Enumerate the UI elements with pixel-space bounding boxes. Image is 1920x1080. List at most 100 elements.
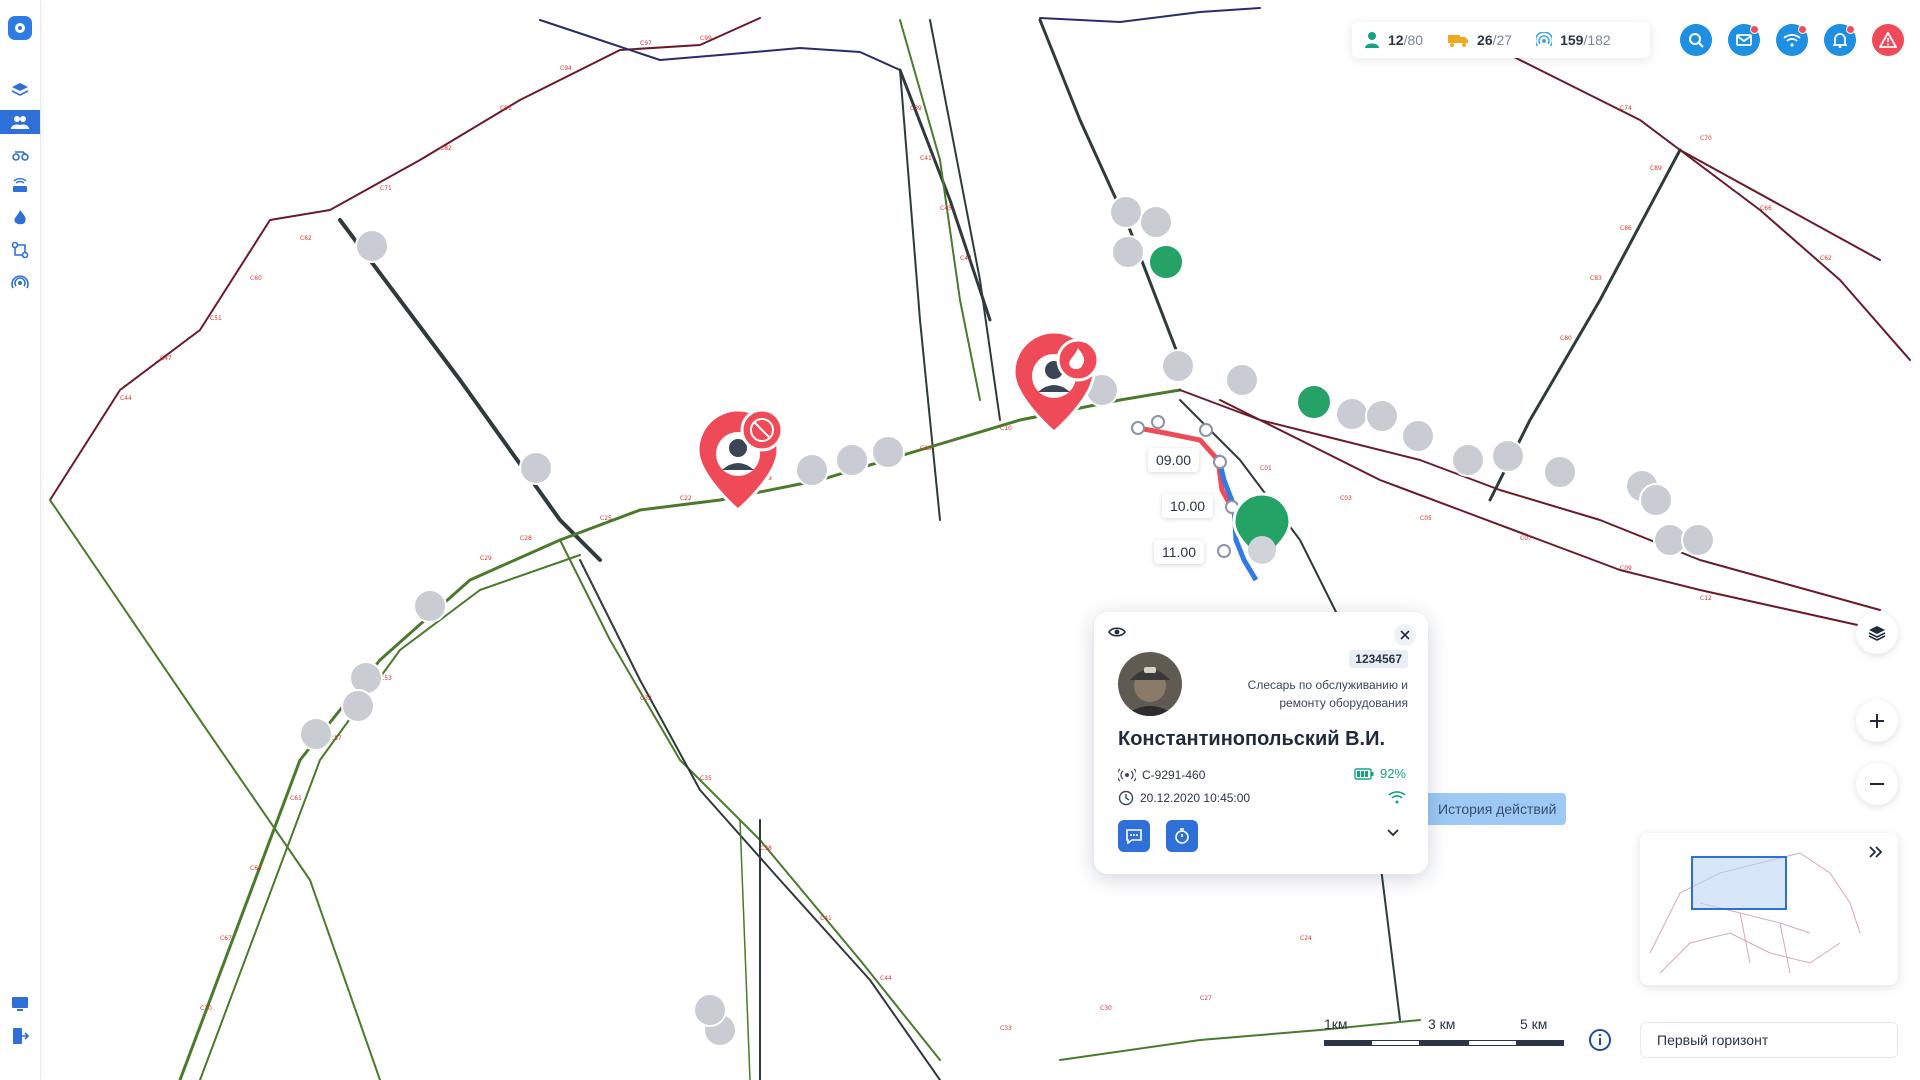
svg-text:С22: С22 [680,495,692,502]
close-button[interactable] [1394,624,1416,646]
svg-text:С38: С38 [760,845,772,852]
scale-label-1: 1км [1324,1016,1348,1032]
beacon-icon [1536,32,1553,47]
route-point [1131,421,1145,435]
svg-text:С51: С51 [210,315,222,322]
layers-button[interactable] [1856,612,1898,654]
battery-level: 92% [1379,766,1406,781]
stopwatch-icon [1175,828,1189,844]
svg-text:С70: С70 [200,1005,212,1012]
svg-text:С25: С25 [600,515,612,522]
svg-text:С01: С01 [1260,465,1272,472]
tunnel-line [1479,39,1911,361]
zoom-in-button[interactable] [1856,700,1898,742]
svg-text:С67: С67 [220,935,232,942]
sidebar-item-logout[interactable] [0,1024,40,1048]
worker-photo [1118,652,1182,716]
minimap-viewport [1691,856,1787,910]
close-icon [1400,630,1410,640]
svg-text:С47: С47 [160,355,172,362]
sidebar-item-network[interactable] [0,174,40,198]
svg-text:С62: С62 [1820,255,1832,262]
minimap[interactable] [1640,833,1898,985]
route-point [1217,544,1231,558]
sidebar-item-fire[interactable] [0,206,40,230]
alarm-button[interactable] [1872,24,1904,56]
svg-text:С05: С05 [1420,515,1432,522]
svg-text:С64: С64 [250,865,262,872]
mail-icon [1736,34,1752,46]
search-icon [1689,33,1704,48]
tags-total: 182 [1587,32,1611,48]
tunnel-line [49,17,761,501]
message-button[interactable] [1118,820,1150,852]
bell-icon [1833,33,1847,48]
vehicles-total: 27 [1496,32,1513,48]
tab-number: 1234567 [1349,650,1408,668]
map-scale: 1км 3 км 5 км [1324,1010,1565,1050]
svg-text:С86: С86 [1620,225,1632,232]
svg-text:С74: С74 [1620,105,1632,112]
time-row: 20.12.2020 10:45:00 [1118,790,1250,806]
svg-text:С82: С82 [440,145,452,152]
tunnel-line [1679,149,1881,261]
sidebar-item-people[interactable] [0,110,40,134]
status-counters: 12/80 26/27 159/182 [1352,22,1650,58]
device-id: С-9291-460 [1142,768,1206,782]
clock-icon [1118,790,1134,806]
notifications-button[interactable] [1824,24,1856,56]
sidebar-item-monitor[interactable] [0,992,40,1016]
svg-text:С80: С80 [1560,335,1572,342]
svg-text:С13: С13 [920,445,932,452]
tags-counter[interactable]: 159/182 [1536,32,1611,48]
battery-icon [1354,767,1374,780]
info-icon[interactable] [1588,1028,1612,1052]
svg-text:С61: С61 [290,795,302,802]
sidebar-item-beacons[interactable] [0,270,40,294]
svg-text:С24: С24 [1300,935,1312,942]
mine-map[interactable]: С44 С47 С51 С60 С62 С71 С82 С91 С94 С97 С99 С29 С… [0,0,1920,1080]
svg-text:С44: С44 [880,975,892,982]
tags-current: 159 [1560,32,1584,48]
chevron-down-icon[interactable] [1386,828,1400,838]
vehicles-counter[interactable]: 26/27 [1447,32,1512,48]
vehicle-icon [12,151,29,161]
vehicles-current: 26 [1477,32,1493,48]
svg-text:С07: С07 [1520,535,1532,542]
sidebar-item-vehicles[interactable] [0,142,40,166]
eye-icon[interactable] [1108,626,1126,638]
tunnel-line [199,554,581,1080]
wifi-icon [1783,34,1801,47]
wifi-button[interactable] [1776,24,1808,56]
people-current: 12 [1388,32,1404,48]
scale-label-3: 3 км [1428,1016,1456,1032]
app-logo[interactable] [8,16,32,40]
plus-icon [1870,714,1884,728]
history-button[interactable]: История действий [1424,793,1567,825]
worker-markers [299,195,1715,1047]
timer-button[interactable] [1166,820,1198,852]
svg-text:С70: С70 [1700,135,1712,142]
svg-text:С28: С28 [520,535,532,542]
warning-icon [1879,32,1897,48]
expand-icon[interactable] [1868,845,1884,859]
horizon-select[interactable]: Первый горизонт [1640,1022,1898,1058]
svg-text:С91: С91 [500,105,512,112]
truck-icon [1448,35,1469,47]
search-button[interactable] [1680,24,1712,56]
svg-text:С60: С60 [250,275,262,282]
people-counter[interactable]: 12/80 [1364,31,1423,49]
wifi-badge [1798,25,1807,34]
zoom-out-button[interactable] [1856,763,1898,805]
svg-text:С10: С10 [1000,425,1012,432]
signal-icon [1388,791,1406,804]
beacon-icon [11,275,29,289]
sidebar-item-layers[interactable] [0,78,40,102]
svg-text:С97: С97 [640,40,652,47]
svg-text:С09: С09 [1620,565,1632,572]
last-seen: 20.12.2020 10:45:00 [1140,791,1251,805]
sidebar-item-routes[interactable] [0,238,40,262]
mail-button[interactable] [1728,24,1760,56]
worker-role: Слесарь по обслуживанию и ремонту оборуд… [1247,678,1408,710]
tunnel-line [1039,7,1261,23]
